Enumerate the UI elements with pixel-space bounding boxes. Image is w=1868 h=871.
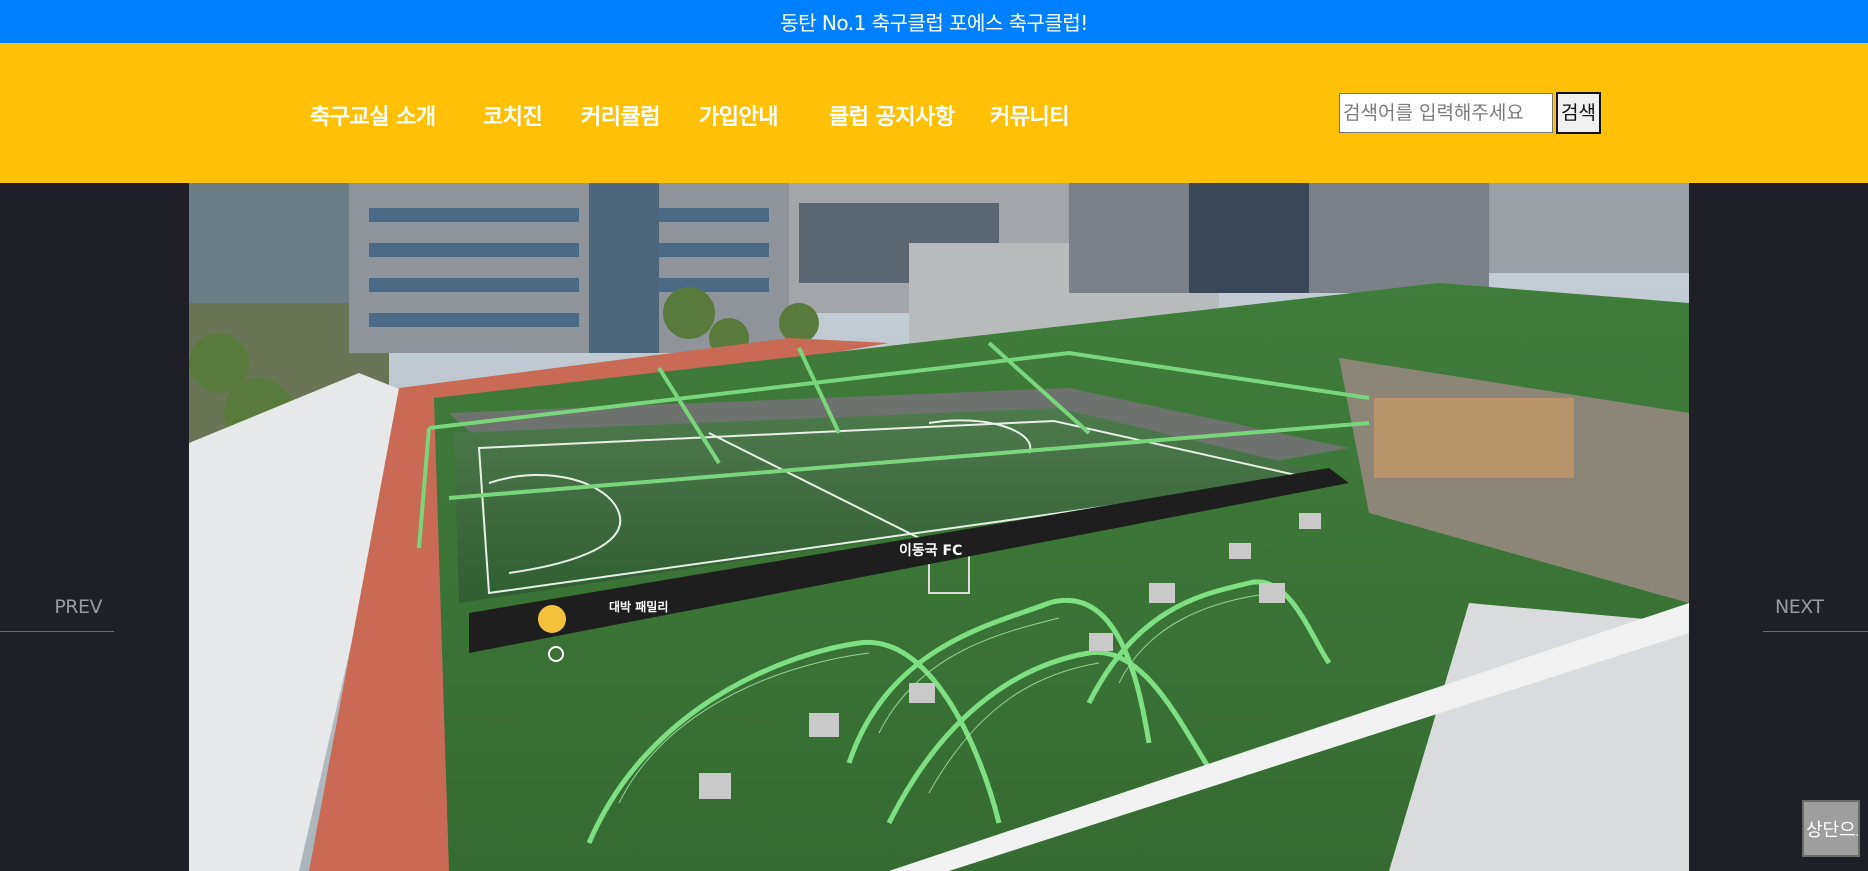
slide-image: 이동국 FC 대박 패밀리 bbox=[189, 183, 1689, 871]
site-header: 축구교실 소개 코치진 커리큘럼 가입안내 클럽 공지사항 커뮤니티 검색 bbox=[0, 43, 1868, 183]
nav-item-join[interactable]: 가입안내 bbox=[699, 99, 778, 131]
prev-label: PREV bbox=[54, 596, 102, 618]
nav-item-community[interactable]: 커뮤니티 bbox=[990, 99, 1069, 131]
logo-sponsor-text: 대박 패밀리 bbox=[609, 599, 668, 614]
nav-item-coaches[interactable]: 코치진 bbox=[483, 99, 543, 131]
logo-team-text: 이동국 FC bbox=[899, 542, 962, 559]
next-label: NEXT bbox=[1775, 596, 1824, 618]
rooftop-futsal-court-photo: 이동국 FC 대박 패밀리 bbox=[189, 183, 1689, 871]
announcement-text: 동탄 No.1 축구클럽 포에스 축구클럽! bbox=[780, 11, 1088, 35]
nav-item-about[interactable]: 축구교실 소개 bbox=[310, 99, 436, 131]
nav-item-curriculum[interactable]: 커리큘럼 bbox=[581, 99, 660, 131]
scroll-top-button[interactable]: 상단으로 bbox=[1802, 800, 1860, 857]
nav-item-notices[interactable]: 클럽 공지사항 bbox=[829, 99, 955, 131]
search-button[interactable]: 검색 bbox=[1556, 92, 1601, 134]
search-input[interactable] bbox=[1339, 93, 1553, 133]
next-button[interactable]: NEXT bbox=[1763, 596, 1868, 632]
announcement-bar: 동탄 No.1 축구클럽 포에스 축구클럽! bbox=[0, 0, 1868, 43]
scroll-top-label: 상단으로 bbox=[1806, 819, 1858, 841]
prev-button[interactable]: PREV bbox=[0, 596, 114, 632]
hero-slider: PREV 이동국 FC 대박 패밀리 NEXT bbox=[0, 183, 1868, 871]
